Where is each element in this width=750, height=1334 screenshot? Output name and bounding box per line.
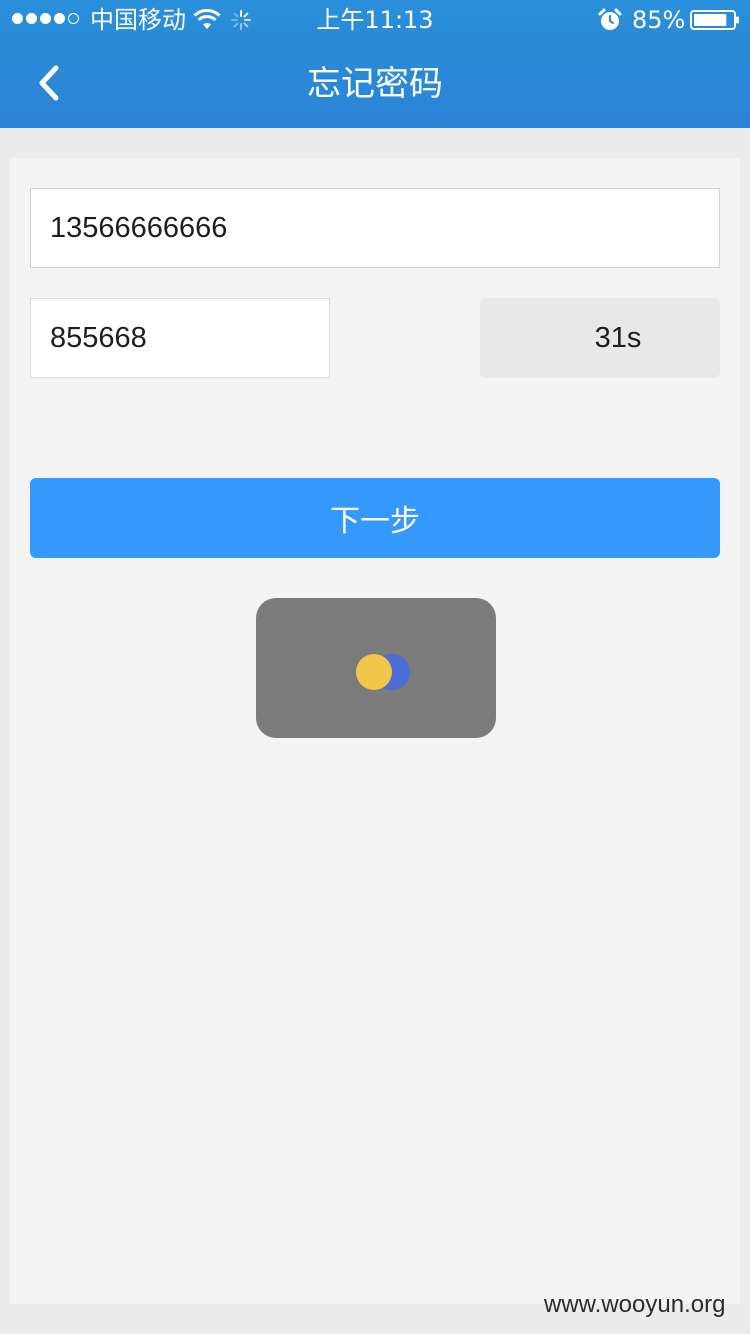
header-bar: 中国移动 上午11:13 85% 忘记密码	[0, 0, 750, 128]
verification-code-input[interactable]: 855668	[30, 298, 330, 378]
watermark-text: www.wooyun.org	[544, 1291, 726, 1318]
verification-code-value: 855668	[50, 321, 147, 354]
form-panel: 13566666666 855668 31s 下一步	[10, 158, 740, 1304]
loading-toast	[256, 598, 496, 738]
phone-number-input[interactable]: 13566666666	[30, 188, 720, 268]
battery-icon	[690, 10, 739, 30]
battery-percent: 85%	[632, 6, 686, 34]
phone-number-value: 13566666666	[50, 211, 228, 244]
countdown-label: 31s	[594, 321, 642, 354]
resend-code-countdown-button[interactable]: 31s	[480, 298, 720, 378]
next-step-label: 下一步	[330, 504, 420, 539]
status-bar: 中国移动 上午11:13 85%	[0, 0, 750, 40]
loading-spinner-icon	[356, 654, 392, 690]
alarm-clock-icon	[598, 8, 622, 30]
page-title: 忘记密码	[307, 64, 443, 104]
next-step-button[interactable]: 下一步	[30, 478, 720, 558]
